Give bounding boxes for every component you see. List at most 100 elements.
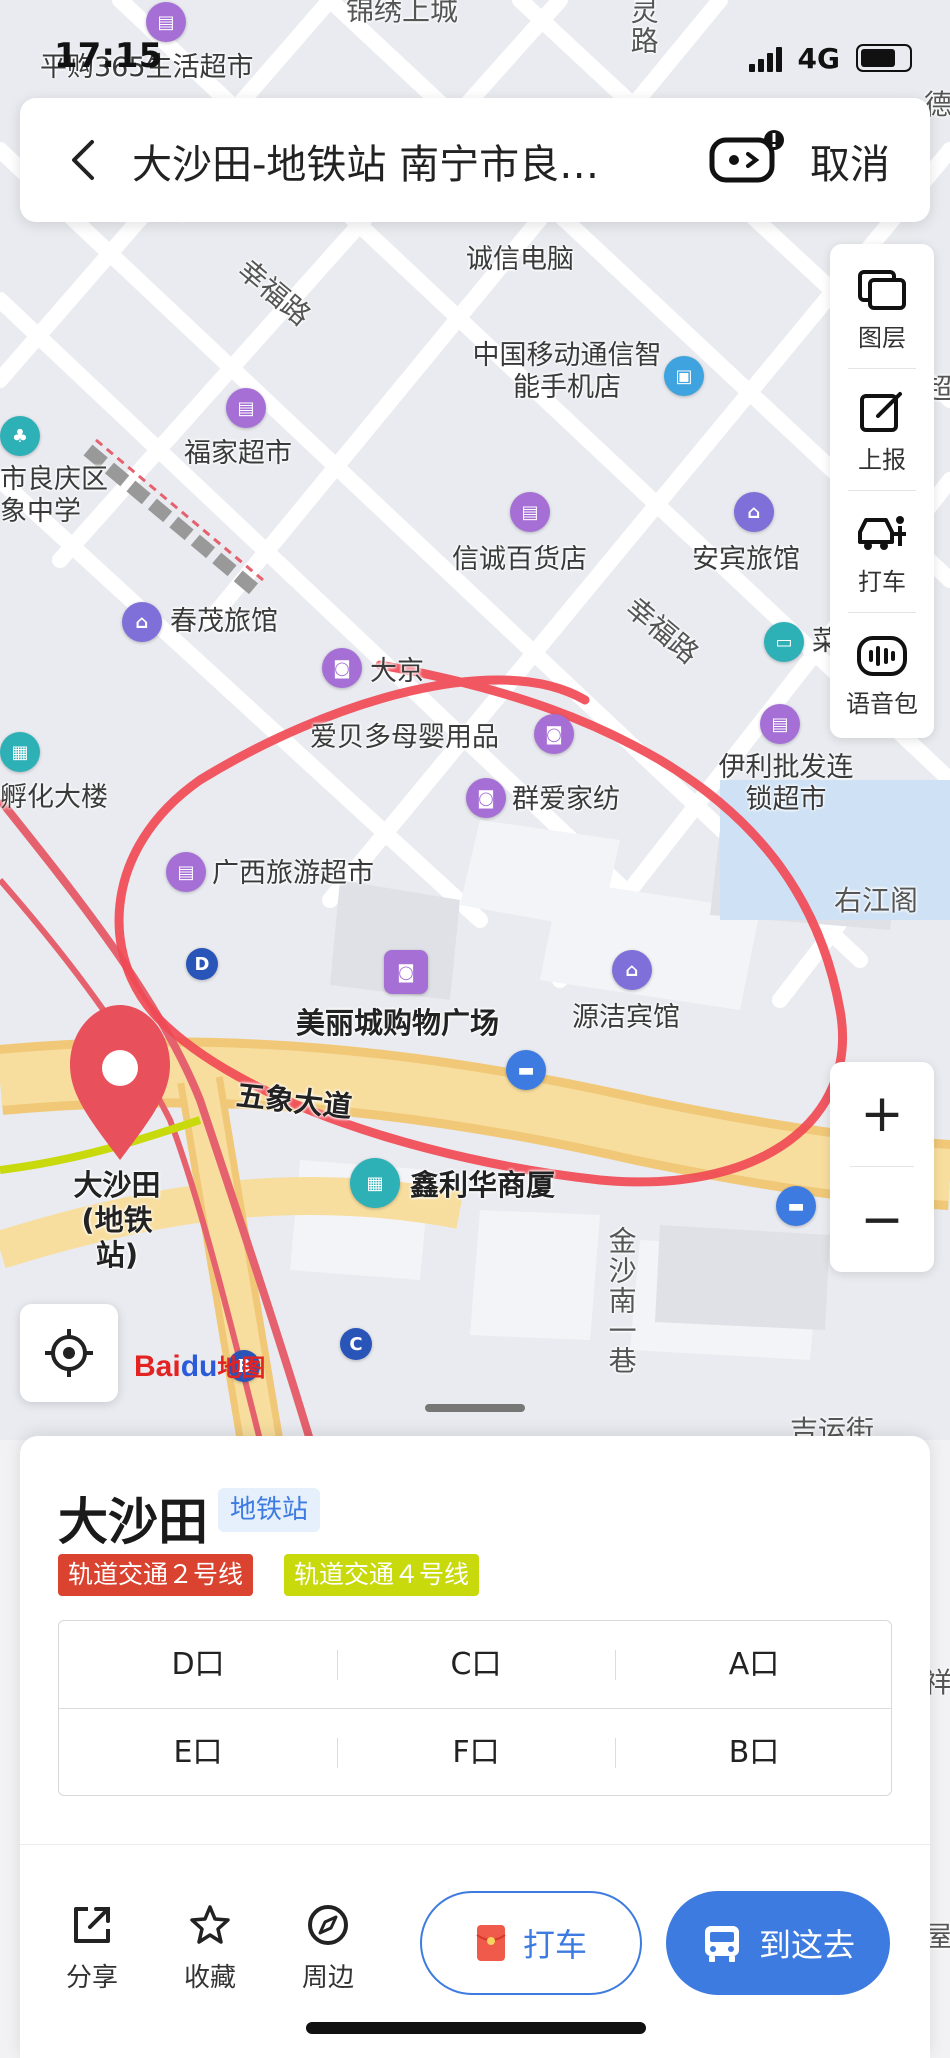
tool-label: 语音包	[846, 690, 918, 718]
shopping-bag-icon[interactable]: ◙	[466, 778, 506, 818]
zoom-controls: + −	[830, 1062, 934, 1272]
exit-item[interactable]: E口	[59, 1709, 337, 1797]
bus-stop-icon[interactable]: ▬	[506, 1050, 546, 1090]
status-time: 17:15	[54, 36, 163, 76]
map-label: 孵化大楼	[0, 782, 108, 813]
star-icon	[190, 1905, 230, 1944]
divider	[850, 1166, 914, 1167]
shopping-bag-icon[interactable]: ◙	[534, 714, 574, 754]
exit-item[interactable]: F口	[337, 1709, 615, 1797]
exit-item[interactable]: D口	[59, 1621, 337, 1709]
map-toolbar: 图层 上报 打车 语音包	[830, 244, 934, 738]
shopping-bag-icon[interactable]: ◙	[322, 648, 362, 688]
supermarket-icon[interactable]: ▤	[166, 852, 206, 892]
station-info-sheet: 大沙田 地铁站 轨道交通２号线 轨道交通４号线 D口 C口 A口 E口 F口 B…	[20, 1436, 930, 2058]
tool-label: 上报	[858, 446, 906, 474]
report-icon	[860, 392, 902, 432]
map-label: 美丽城购物广场	[296, 1006, 500, 1040]
divider	[848, 490, 916, 491]
nearby-button[interactable]: 周边	[288, 1903, 368, 1994]
assistant-button[interactable]	[708, 128, 784, 188]
exit-item[interactable]: A口	[615, 1621, 893, 1709]
map-label: 福家超市	[184, 438, 292, 469]
home-indicator	[306, 2022, 646, 2034]
bus-stop-icon[interactable]: ▬	[776, 1186, 816, 1226]
map-label: 信诚百货店	[452, 544, 587, 575]
tool-label: 图层	[858, 324, 906, 352]
action-label: 分享	[65, 1963, 118, 1993]
voice-pack-icon	[857, 636, 907, 676]
zoom-out-button[interactable]: −	[830, 1168, 934, 1272]
crosshair-icon	[45, 1329, 93, 1377]
map-label: 源洁宾馆	[572, 1002, 680, 1033]
battery-icon	[856, 44, 912, 72]
supermarket-icon[interactable]: ▤	[226, 388, 266, 428]
hotel-icon[interactable]: ⌂	[122, 602, 162, 642]
map-label: 大京	[370, 656, 424, 687]
action-label: 收藏	[183, 1963, 236, 1993]
map-label: 安宾旅馆	[692, 544, 800, 575]
chevron-left-icon	[72, 140, 94, 180]
hotel-icon[interactable]: ⌂	[612, 950, 652, 990]
bus-icon	[704, 1926, 739, 1962]
go-here-button[interactable]: 到这去	[666, 1891, 890, 1995]
map-label: 群爱家纺	[512, 784, 620, 815]
exits-grid: D口 C口 A口 E口 F口 B口	[58, 1620, 892, 1796]
map-label: 中国移动通信智能手机店	[472, 340, 662, 404]
map-label: 市良庆区象中学	[0, 464, 108, 528]
map-label: 鑫利华商厦	[410, 1168, 556, 1202]
map-label: 广西旅游超市	[212, 858, 374, 889]
search-title[interactable]: 大沙田-地铁站 南宁市良…	[132, 132, 652, 190]
map-label: 锦绣上城	[346, 0, 459, 27]
supermarket-icon[interactable]: ▤	[510, 492, 550, 532]
divider	[848, 612, 916, 613]
metro-exit-c-icon[interactable]: C	[340, 1328, 372, 1360]
taxi-button[interactable]: 打车	[830, 494, 934, 606]
share-icon	[74, 1907, 110, 1943]
baidu-map-logo: Baidu地图	[134, 1350, 266, 1383]
map-label: 春茂旅馆	[170, 606, 278, 637]
building-icon[interactable]: ▦	[350, 1158, 400, 1208]
map-label: 诚信电脑	[466, 244, 574, 275]
exit-item[interactable]: B口	[615, 1709, 893, 1797]
divider	[848, 368, 916, 369]
station-type-badge: 地铁站	[218, 1488, 321, 1532]
taxi-ride-button[interactable]: 打车	[420, 1891, 642, 1995]
logistics-icon[interactable]: ▭	[764, 622, 804, 662]
voice-pack-button[interactable]: 语音包	[830, 616, 934, 728]
road-label: 金沙南一巷	[604, 1226, 638, 1376]
robot-icon	[709, 130, 784, 183]
cancel-button[interactable]: 取消	[810, 132, 890, 190]
locate-button[interactable]	[20, 1304, 118, 1402]
share-button[interactable]: 分享	[52, 1903, 132, 1994]
metro-exit-d-icon[interactable]: D	[186, 948, 218, 980]
search-bar: 大沙田-地铁站 南宁市良… 取消	[20, 98, 930, 222]
signal-icon	[749, 46, 782, 72]
map-label: 爱贝多母婴用品	[310, 722, 499, 753]
tool-label: 打车	[858, 568, 906, 596]
sheet-drag-handle[interactable]	[425, 1404, 525, 1412]
map-label: 伊利批发连锁超市	[718, 752, 854, 816]
layers-button[interactable]: 图层	[830, 250, 934, 362]
back-button[interactable]	[56, 132, 112, 188]
go-here-label: 到这去	[758, 1926, 855, 1964]
line-badge[interactable]: 轨道交通２号线	[58, 1554, 254, 1596]
office-building-icon[interactable]: ▦	[0, 732, 40, 772]
line-badge[interactable]: 轨道交通４号线	[284, 1554, 480, 1596]
favorite-button[interactable]: 收藏	[170, 1903, 250, 1994]
exit-item[interactable]: C口	[337, 1621, 615, 1709]
taxi-ride-label: 打车	[522, 1926, 587, 1964]
map-label: 右江阁	[834, 884, 919, 917]
mall-icon[interactable]: ◙	[384, 950, 428, 994]
report-button[interactable]: 上报	[830, 372, 934, 484]
screen: ▤ ▤ ▤ ▤ ▤ ◙ ◙ ◙ ◙ ⌂ ⌂ ⌂ ▣ ♣ ▭ ▦ ▦ ▬ ▬ D …	[0, 0, 950, 2058]
station-pin-label[interactable]: 大沙田(地铁站)	[62, 1168, 172, 1272]
network-type: 4G	[797, 42, 840, 75]
phone-store-icon[interactable]: ▣	[664, 356, 704, 396]
compass-icon	[308, 1905, 348, 1945]
layers-icon	[858, 270, 906, 310]
supermarket-icon[interactable]: ▤	[760, 704, 800, 744]
zoom-in-button[interactable]: +	[830, 1062, 934, 1166]
hotel-icon[interactable]: ⌂	[734, 492, 774, 532]
school-icon[interactable]: ♣	[0, 416, 40, 456]
